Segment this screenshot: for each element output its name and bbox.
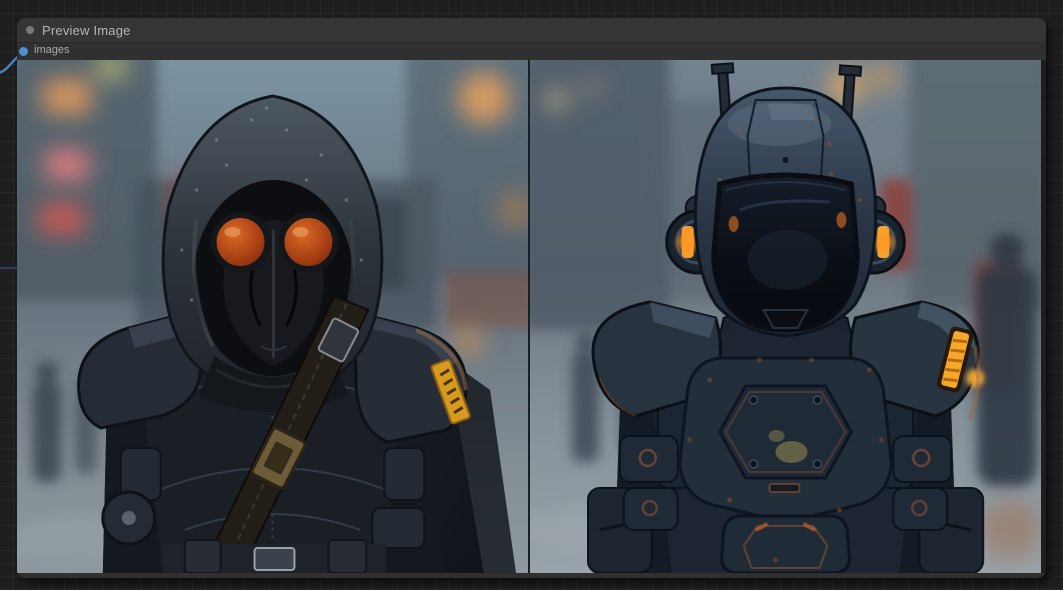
background-link-wire — [0, 267, 17, 269]
node-titlebar[interactable]: Preview Image — [17, 18, 1046, 43]
input-port-images[interactable] — [19, 47, 28, 56]
preview-image-2[interactable] — [530, 60, 1041, 573]
node-title: Preview Image — [42, 23, 131, 38]
preview-images-container — [17, 60, 1046, 573]
input-row-images: images — [17, 43, 1046, 60]
collapse-dot-icon[interactable] — [26, 26, 34, 34]
input-label-images: images — [34, 44, 69, 56]
node-editor-canvas[interactable]: Preview Image images — [0, 0, 1063, 590]
preview-image-1[interactable] — [17, 60, 528, 573]
preview-image-node[interactable]: Preview Image images — [17, 18, 1046, 578]
